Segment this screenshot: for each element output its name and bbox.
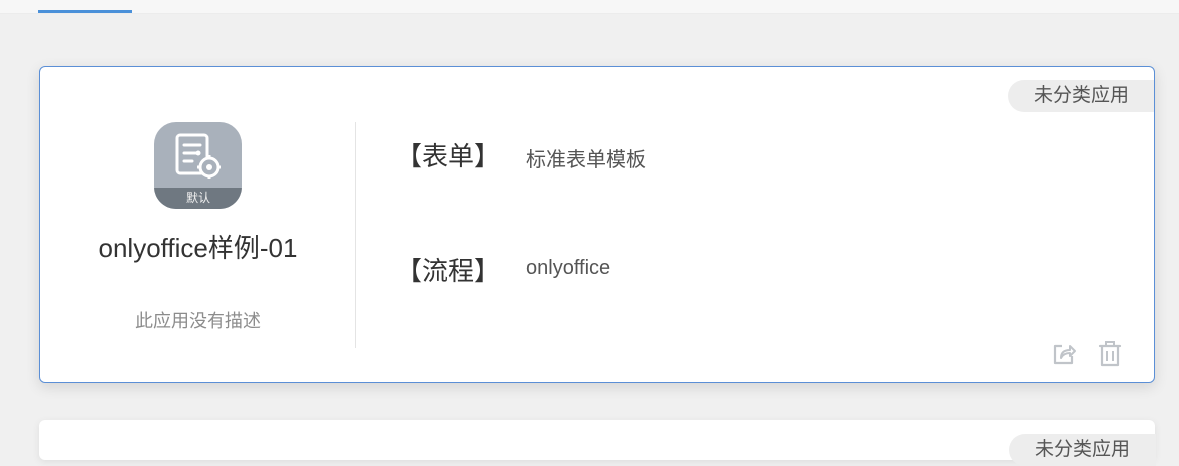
process-label: 【流程】: [396, 256, 501, 286]
app-name[interactable]: onlyoffice样例-01: [40, 228, 356, 265]
app-summary: 默认 onlyoffice样例-01 此应用没有描述: [40, 122, 356, 348]
card-actions: [1050, 340, 1124, 368]
default-badge: 默认: [154, 188, 242, 209]
top-tab-bar: [0, 0, 1179, 14]
category-tag-next: 未分类应用: [1008, 434, 1156, 466]
active-tab-indicator: [38, 10, 132, 13]
delete-button[interactable]: [1096, 340, 1124, 368]
form-label: 【表单】: [396, 141, 501, 171]
workflow-settings-icon: 默认: [154, 122, 242, 209]
process-value: onlyoffice: [526, 257, 611, 279]
share-icon: [1053, 344, 1076, 365]
form-value: 标准表单模板: [526, 149, 646, 171]
app-card[interactable]: 未分类应用 默认 onlyoffice样例-01 此应用没有描述 【表单】 标准…: [39, 66, 1155, 383]
column-divider: [355, 122, 356, 348]
app-card-next[interactable]: 未分类应用: [39, 420, 1156, 466]
share-button[interactable]: [1050, 340, 1078, 368]
app-description: 此应用没有描述: [135, 311, 261, 331]
trash-icon: [1098, 341, 1122, 367]
category-tag: 未分类应用: [1007, 80, 1154, 112]
